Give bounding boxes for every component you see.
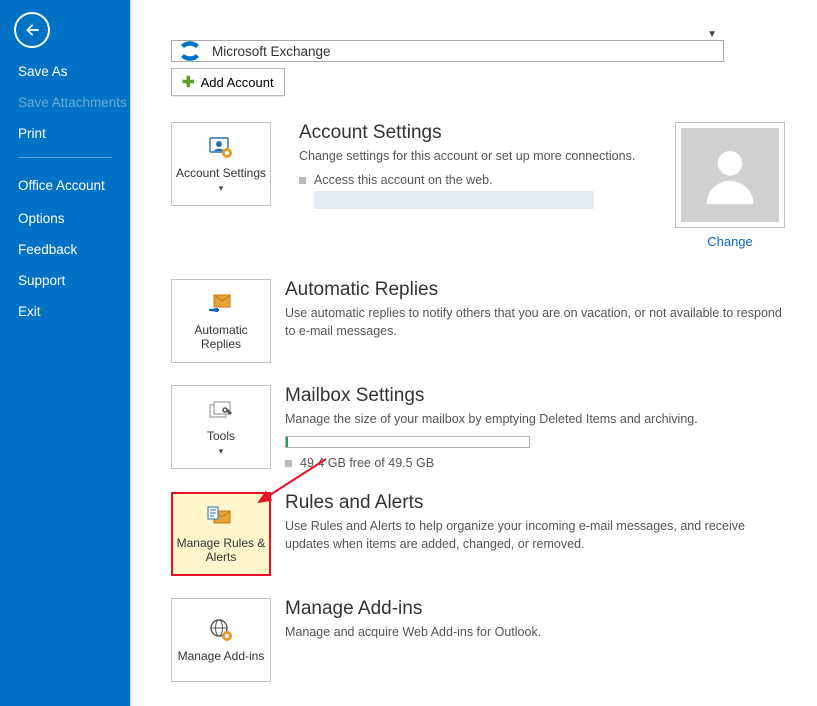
content-area: Microsoft Exchange ▼ ✚ Add Account Accou…: [131, 0, 817, 706]
avatar-placeholder-icon: [695, 140, 765, 210]
mailbox-settings-desc: Manage the size of your mailbox by empty…: [285, 410, 785, 428]
account-settings-icon: [207, 134, 235, 162]
mailbox-storage-text: 49.4 GB free of 49.5 GB: [300, 456, 434, 470]
sidebar-exit[interactable]: Exit: [0, 296, 130, 327]
tile-automatic-replies[interactable]: Automatic Replies: [171, 279, 271, 363]
tile-manage-addins[interactable]: Manage Add-ins: [171, 598, 271, 682]
rules-alerts-icon: [206, 504, 236, 532]
manage-addins-heading: Manage Add-ins: [285, 598, 785, 620]
tile-account-settings[interactable]: Account Settings ▾: [171, 122, 271, 206]
sidebar-divider: [18, 157, 112, 158]
dropdown-caret-icon: ▼: [707, 29, 717, 40]
sidebar-save-attachments: Save Attachments: [0, 87, 130, 118]
chevron-down-icon: ▾: [219, 446, 224, 457]
back-button[interactable]: [14, 12, 50, 48]
mailbox-storage-progress: [285, 436, 530, 448]
addins-icon: [207, 617, 235, 645]
manage-addins-desc: Manage and acquire Web Add-ins for Outlo…: [285, 623, 785, 641]
section-rules-alerts: Manage Rules & Alerts Rules and Alerts U…: [171, 492, 785, 576]
account-selector-label: Microsoft Exchange: [212, 44, 721, 59]
sidebar-options[interactable]: Options: [0, 203, 130, 234]
tile-account-settings-label: Account Settings: [176, 166, 266, 180]
chevron-down-icon: ▾: [219, 183, 224, 194]
tile-addins-label: Manage Add-ins: [178, 649, 265, 663]
rules-alerts-heading: Rules and Alerts: [285, 492, 785, 514]
bullet-icon: [285, 460, 292, 467]
tile-tools-label: Tools: [207, 429, 235, 443]
sidebar-office-account[interactable]: Office Account: [0, 170, 130, 203]
tile-automatic-replies-label: Automatic Replies: [174, 323, 268, 352]
sidebar-support[interactable]: Support: [0, 265, 130, 296]
automatic-replies-desc: Use automatic replies to notify others t…: [285, 304, 785, 340]
sidebar-save-as[interactable]: Save As: [0, 56, 130, 87]
tile-manage-rules-alerts[interactable]: Manage Rules & Alerts: [171, 492, 271, 576]
section-mailbox-settings: Tools ▾ Mailbox Settings Manage the size…: [171, 385, 785, 470]
add-account-button[interactable]: ✚ Add Account: [171, 68, 285, 96]
add-account-label: Add Account: [201, 75, 274, 90]
back-arrow-icon: [22, 20, 42, 40]
account-settings-desc: Change settings for this account or set …: [299, 147, 661, 165]
access-web-text: Access this account on the web.: [314, 173, 661, 187]
tile-tools[interactable]: Tools ▾: [171, 385, 271, 469]
plus-icon: ✚: [182, 73, 195, 91]
sidebar-print[interactable]: Print: [0, 118, 130, 149]
section-automatic-replies: Automatic Replies Automatic Replies Use …: [171, 279, 785, 363]
mailbox-settings-heading: Mailbox Settings: [285, 385, 785, 407]
avatar-frame: [675, 122, 785, 228]
mailbox-storage-fill: [286, 437, 288, 447]
account-selector[interactable]: Microsoft Exchange ▼: [171, 40, 724, 62]
sidebar-feedback[interactable]: Feedback: [0, 234, 130, 265]
exchange-icon: [178, 39, 202, 63]
backstage-sidebar: Save As Save Attachments Print Office Ac…: [0, 0, 130, 706]
change-photo-link[interactable]: Change: [707, 234, 753, 249]
automatic-replies-icon: [207, 291, 235, 319]
rules-alerts-desc: Use Rules and Alerts to help organize yo…: [285, 517, 785, 553]
section-account-settings: Account Settings ▾ Account Settings Chan…: [171, 122, 785, 249]
redacted-url: [314, 191, 594, 209]
avatar-block: Change: [675, 122, 785, 249]
automatic-replies-heading: Automatic Replies: [285, 279, 785, 301]
tile-rules-alerts-label: Manage Rules & Alerts: [175, 536, 267, 565]
account-settings-heading: Account Settings: [299, 122, 661, 144]
bullet-icon: [299, 177, 306, 184]
tools-icon: [206, 397, 236, 425]
section-manage-addins: Manage Add-ins Manage Add-ins Manage and…: [171, 598, 785, 682]
